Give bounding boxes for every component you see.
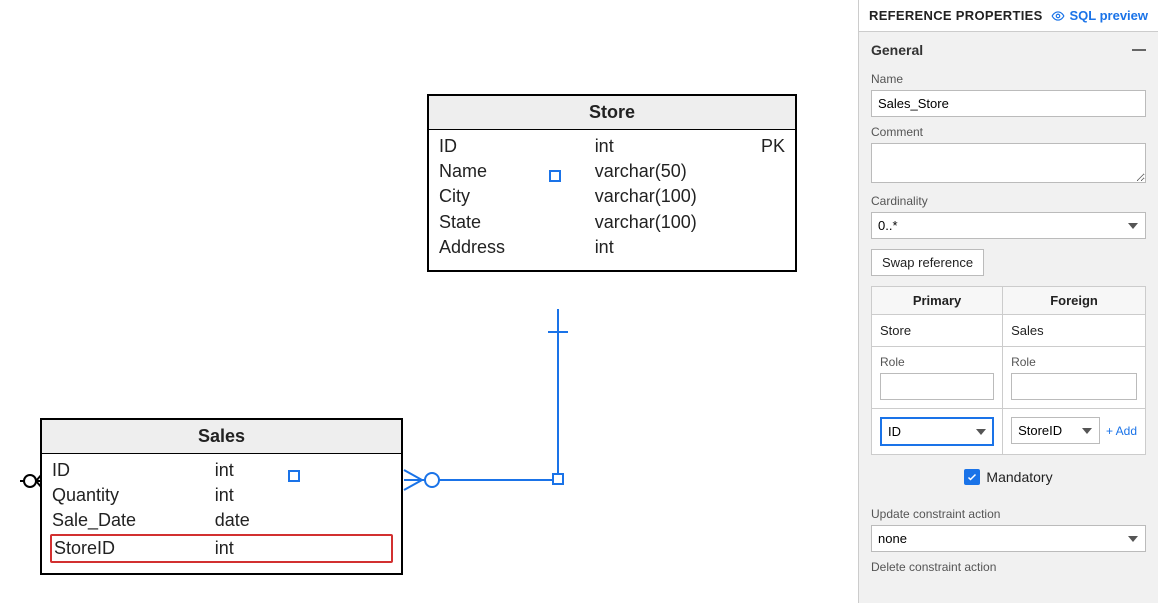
store-col-name[interactable]: Name varchar(50) — [439, 159, 785, 184]
app-root: Store ID int PK Name varchar(50) City va… — [0, 0, 1158, 603]
sales-col-id[interactable]: ID int — [52, 458, 391, 483]
update-action-select[interactable]: none — [871, 525, 1146, 552]
connection-handle[interactable] — [552, 473, 564, 485]
foreign-key-select[interactable]: StoreID — [1011, 417, 1100, 444]
reference-mapping-table: Primary Foreign Store Sales Role Role — [871, 286, 1146, 455]
update-action-label: Update constraint action — [871, 507, 1146, 521]
delete-action-label: Delete constraint action — [871, 560, 1146, 574]
selection-handle[interactable] — [288, 470, 300, 482]
sales-col-saledate[interactable]: Sale_Date date — [52, 508, 391, 533]
sales-col-quantity[interactable]: Quantity int — [52, 483, 391, 508]
panel-header: REFERENCE PROPERTIES SQL preview — [859, 0, 1158, 32]
name-label: Name — [871, 72, 1146, 86]
foreign-role-label: Role — [1011, 355, 1137, 369]
collapse-icon[interactable] — [1132, 49, 1146, 51]
mandatory-label: Mandatory — [986, 469, 1052, 485]
foreign-role-input[interactable] — [1011, 373, 1137, 400]
check-icon — [966, 471, 978, 483]
store-col-address[interactable]: Address int — [439, 235, 785, 260]
mandatory-row: Mandatory — [871, 455, 1146, 499]
panel-title: REFERENCE PROPERTIES — [869, 8, 1043, 23]
entity-sales-header: Sales — [42, 420, 401, 454]
comment-input[interactable] — [871, 143, 1146, 183]
section-general-header[interactable]: General — [859, 32, 1158, 64]
swap-reference-button[interactable]: Swap reference — [871, 249, 984, 276]
diagram-canvas[interactable]: Store ID int PK Name varchar(50) City va… — [0, 0, 858, 603]
reference-properties-panel: REFERENCE PROPERTIES SQL preview General… — [858, 0, 1158, 603]
entity-store[interactable]: Store ID int PK Name varchar(50) City va… — [427, 94, 797, 272]
primary-entity-cell: Store — [872, 315, 1003, 347]
foreign-column-header: Foreign — [1003, 287, 1146, 315]
primary-column-header: Primary — [872, 287, 1003, 315]
store-col-id[interactable]: ID int PK — [439, 134, 785, 159]
store-col-state[interactable]: State varchar(100) — [439, 210, 785, 235]
comment-label: Comment — [871, 125, 1146, 139]
primary-key-select[interactable]: ID — [880, 417, 994, 446]
entity-store-header: Store — [429, 96, 795, 130]
store-col-city[interactable]: City varchar(100) — [439, 184, 785, 209]
primary-role-input[interactable] — [880, 373, 994, 400]
eye-icon — [1051, 9, 1065, 23]
cardinality-select[interactable]: 0..* — [871, 212, 1146, 239]
sales-col-storeid[interactable]: StoreID int — [50, 534, 393, 563]
name-input[interactable] — [871, 90, 1146, 117]
left-reference-stub — [20, 470, 42, 492]
entity-sales[interactable]: Sales ID int Quantity int Sale_Date date — [40, 418, 403, 575]
entity-sales-body: ID int Quantity int Sale_Date date Store… — [42, 454, 401, 573]
primary-role-label: Role — [880, 355, 994, 369]
selection-handle[interactable] — [549, 170, 561, 182]
foreign-entity-cell: Sales — [1003, 315, 1146, 347]
sql-preview-link[interactable]: SQL preview — [1051, 8, 1148, 23]
mandatory-checkbox[interactable] — [964, 469, 980, 485]
cardinality-label: Cardinality — [871, 194, 1146, 208]
add-mapping-link[interactable]: + Add — [1106, 424, 1137, 438]
entity-store-body: ID int PK Name varchar(50) City varchar(… — [429, 130, 795, 270]
